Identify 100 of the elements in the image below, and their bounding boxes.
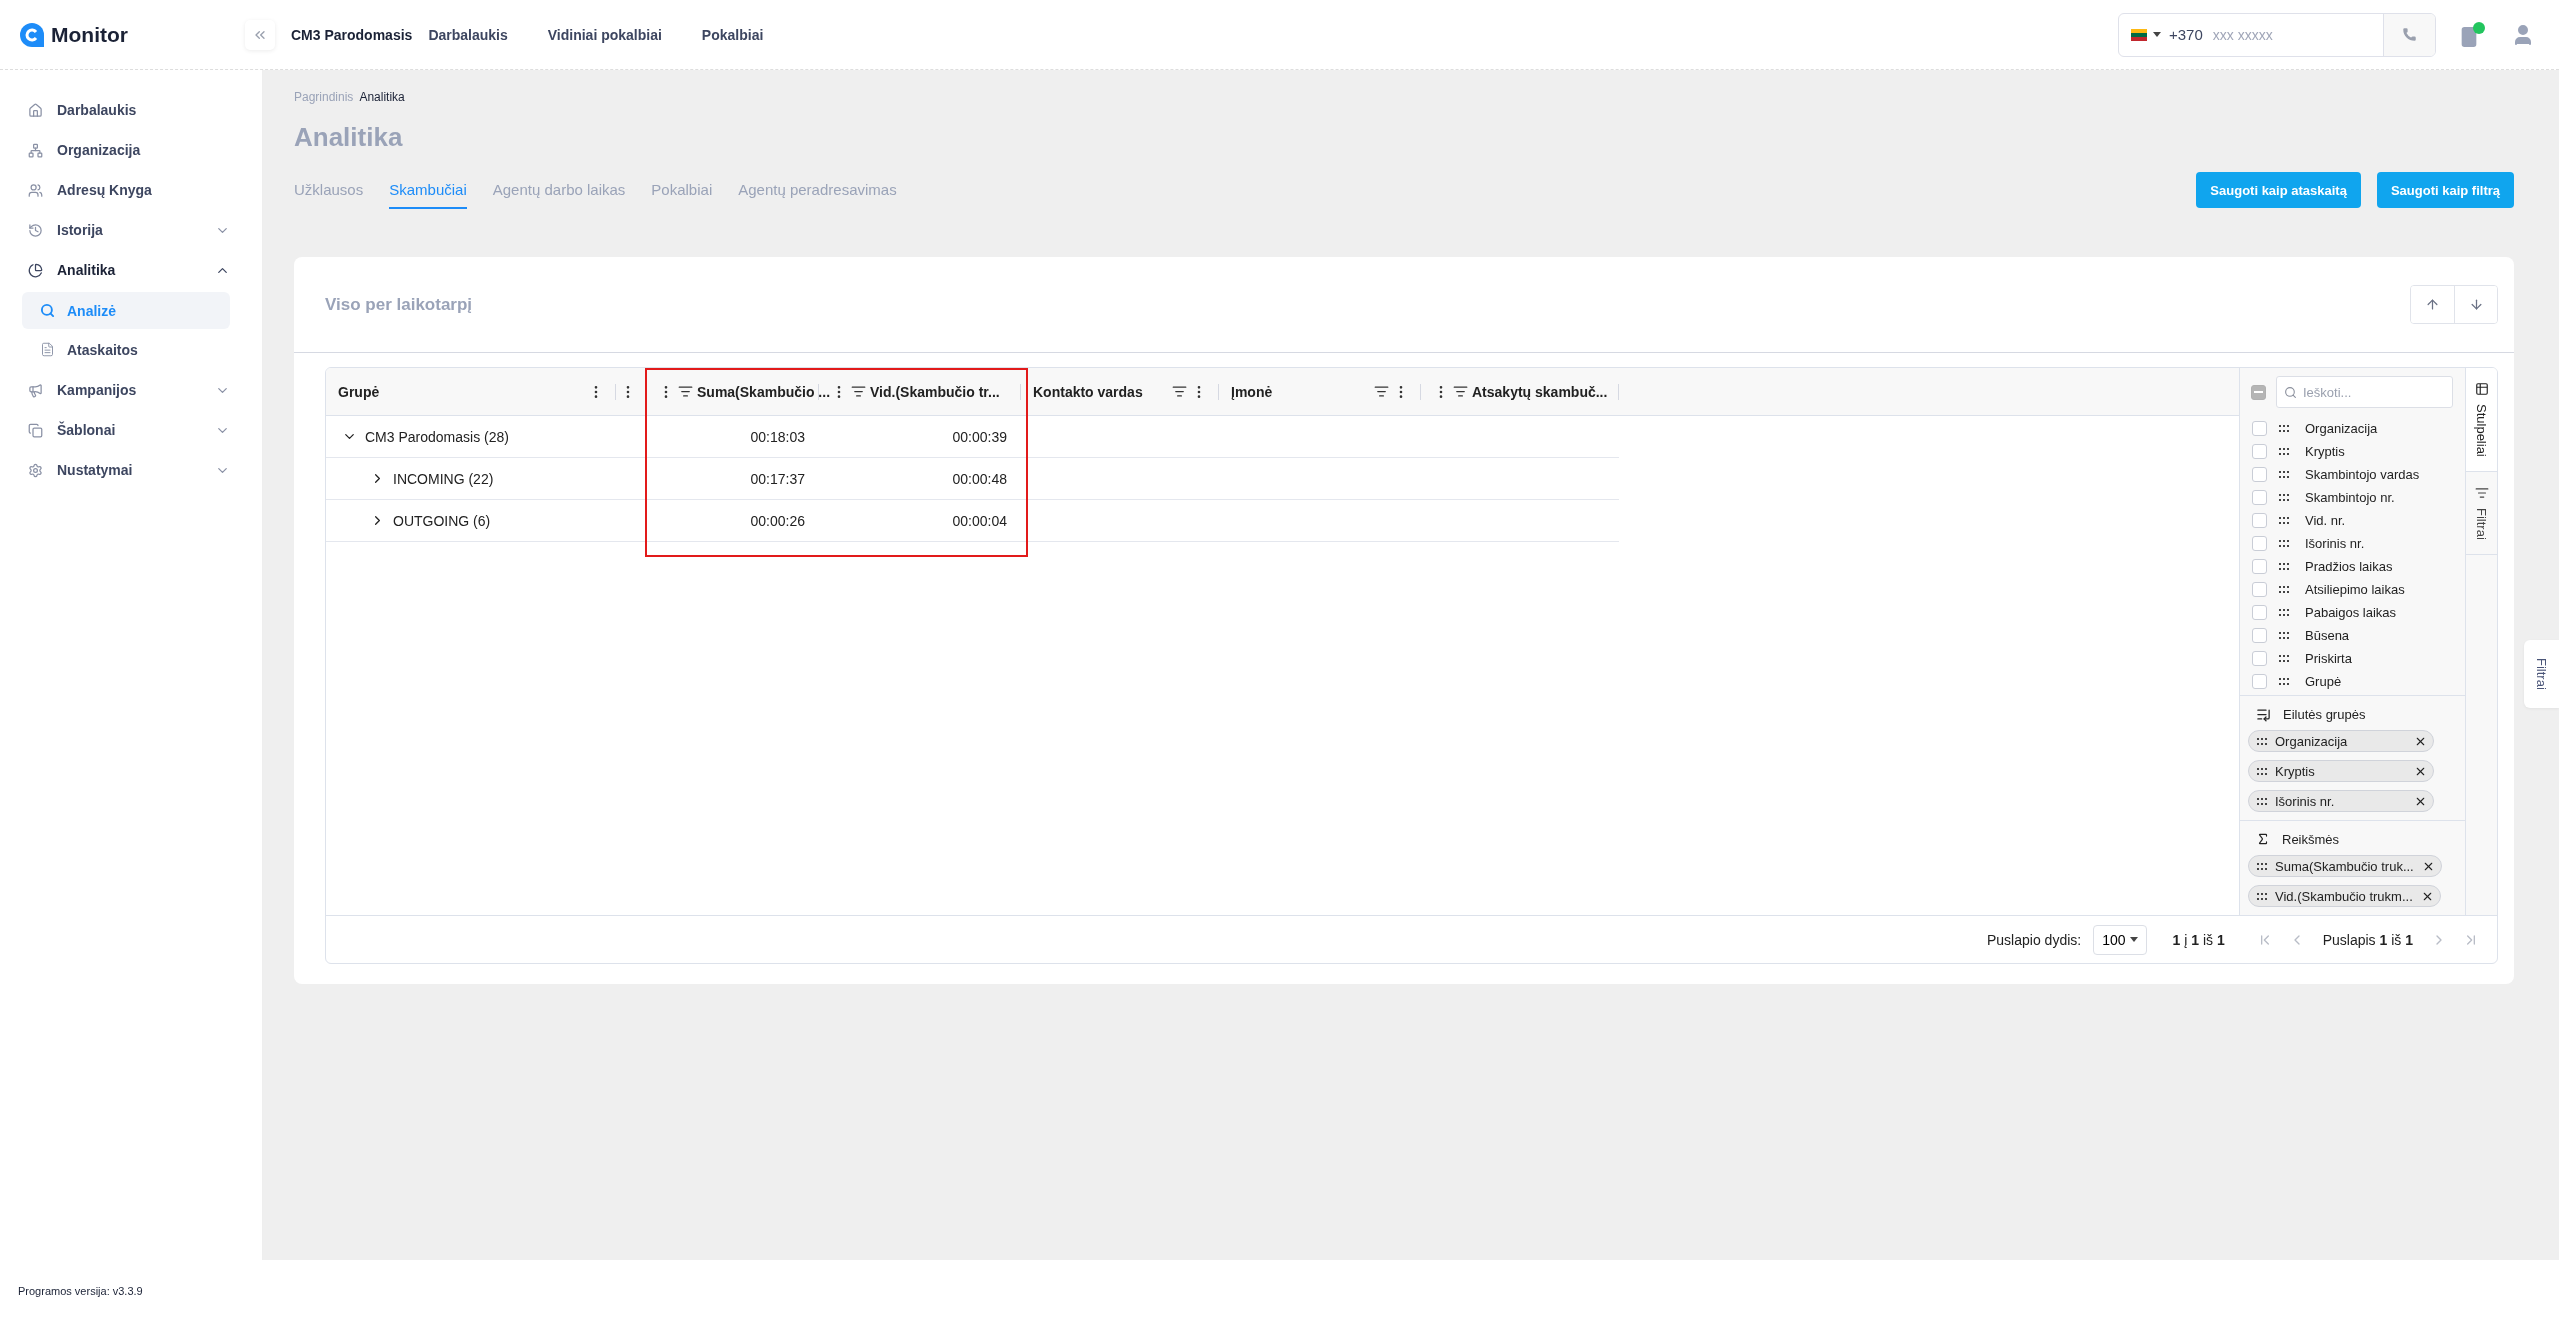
arrow-down-icon xyxy=(2468,297,2484,312)
column-option: Grupė xyxy=(2305,674,2342,689)
table-cell: 00:18:03 xyxy=(750,428,805,445)
checkbox[interactable] xyxy=(2252,444,2267,459)
table-cell: 00:00:39 xyxy=(952,428,1007,445)
table-cell: 00:00:26 xyxy=(750,512,805,529)
column-header[interactable]: Grupė xyxy=(338,383,380,400)
logo-icon xyxy=(19,21,45,48)
search-icon xyxy=(2284,386,2297,399)
value-chip[interactable]: Suma(Skambučio truk... xyxy=(2248,855,2442,877)
filter-icon xyxy=(2474,485,2489,500)
filter-icon[interactable] xyxy=(1172,384,1187,399)
column-option: Priskirta xyxy=(2305,651,2352,666)
group-cell: CM3 Parodomasis (28) xyxy=(365,428,509,445)
drag-handle-icon[interactable] xyxy=(2279,448,2289,455)
checkbox[interactable] xyxy=(2252,582,2267,597)
card-title: Viso per laikotarpį xyxy=(325,294,474,315)
flag-icon xyxy=(2131,28,2147,41)
drag-handle-icon[interactable] xyxy=(2279,425,2289,432)
sidebar-item[interactable]: Analitika xyxy=(0,250,262,290)
checkbox[interactable] xyxy=(2252,536,2267,551)
filter-icon[interactable] xyxy=(678,384,693,399)
home-icon xyxy=(28,102,43,118)
filter-icon[interactable] xyxy=(851,384,866,399)
checkbox[interactable] xyxy=(2252,559,2267,574)
checkbox[interactable] xyxy=(2252,651,2267,666)
table-cell: 00:00:48 xyxy=(952,470,1007,487)
checkbox[interactable] xyxy=(2252,605,2267,620)
group-chip[interactable]: Išorinis nr. xyxy=(2248,790,2434,812)
hierarchy-icon xyxy=(28,142,43,158)
phone-field[interactable]: +370 xxx xxxxx xyxy=(2118,12,2436,57)
filter-icon[interactable] xyxy=(1374,384,1389,399)
filter-icon[interactable] xyxy=(1453,384,1468,399)
search-field[interactable]: Ieškoti... xyxy=(2276,376,2453,408)
group-chip[interactable]: Organizacija xyxy=(2248,730,2434,752)
drag-handle-icon[interactable] xyxy=(2257,797,2267,805)
drag-handle-icon[interactable] xyxy=(2279,678,2289,685)
phone-icon xyxy=(2402,27,2417,42)
drag-handle-icon[interactable] xyxy=(2257,892,2267,900)
checkbox[interactable] xyxy=(2252,628,2267,643)
drag-handle-icon[interactable] xyxy=(2257,862,2267,870)
drag-handle-icon[interactable] xyxy=(2279,517,2289,524)
sidebar-item[interactable]: Šablonai xyxy=(0,410,262,450)
pie-chart-icon xyxy=(28,262,43,278)
page-title: Analitika xyxy=(294,122,404,153)
checkbox[interactable] xyxy=(2252,490,2267,505)
column-header[interactable]: Įmonė xyxy=(1231,383,1273,400)
column-option: Būsena xyxy=(2305,628,2350,643)
checkbox[interactable] xyxy=(2252,674,2267,689)
column-option: Pradžios laikas xyxy=(2305,559,2393,574)
sidebar-item[interactable]: Istorija xyxy=(0,210,262,250)
document-icon xyxy=(40,342,55,357)
column-header[interactable]: Kontakto vardas xyxy=(1033,383,1143,400)
nav-link[interactable]: Pokalbiai xyxy=(701,26,764,43)
history-icon xyxy=(28,222,43,238)
column-header[interactable]: Atsakytų skambuč... xyxy=(1472,383,1608,400)
drag-handle-icon[interactable] xyxy=(2279,494,2289,501)
sigma-icon xyxy=(2256,832,2270,846)
side-tab[interactable]: Stulpeliai xyxy=(2466,368,2497,472)
select-all-checkbox[interactable] xyxy=(2251,384,2266,400)
nav-link[interactable]: Darbalaukis xyxy=(428,26,508,43)
copy-icon xyxy=(28,422,43,438)
drag-handle-icon[interactable] xyxy=(2279,632,2289,639)
checkbox[interactable] xyxy=(2252,421,2267,436)
column-option: Skambintojo nr. xyxy=(2305,490,2395,505)
column-option: Vid. nr. xyxy=(2305,513,2346,528)
nav-link[interactable]: Vidiniai pokalbiai xyxy=(547,26,662,43)
sidebar-item[interactable]: Organizacija xyxy=(0,130,262,170)
column-header[interactable]: Vid.(Skambučio tr... xyxy=(870,383,1000,400)
drag-handle-icon[interactable] xyxy=(2279,471,2289,478)
app-logo: Monitor xyxy=(51,22,128,47)
drag-handle-icon[interactable] xyxy=(2257,737,2267,745)
section-title: Eilutės grupės xyxy=(2283,706,2366,722)
phone-number-input[interactable]: xxx xxxxx xyxy=(2210,25,2383,44)
table-icon xyxy=(2474,382,2489,396)
table-cell: 00:00:04 xyxy=(952,512,1007,529)
page-size-label: Puslapio dydis: xyxy=(1987,931,2082,948)
checkbox[interactable] xyxy=(2252,513,2267,528)
row-summary: 1 į 1 iš 1 xyxy=(2172,931,2225,948)
drag-handle-icon[interactable] xyxy=(2279,655,2289,662)
sidebar-item[interactable]: Nustatymai xyxy=(0,450,262,490)
sidebar-subitem[interactable]: Ataskaitos xyxy=(22,331,230,368)
checkbox[interactable] xyxy=(2252,467,2267,482)
value-chip[interactable]: Vid.(Skambučio trukm... xyxy=(2248,885,2441,907)
drag-handle-icon[interactable] xyxy=(2257,767,2267,775)
sidebar-item[interactable]: Darbalaukis xyxy=(0,90,262,130)
drag-handle-icon[interactable] xyxy=(2279,609,2289,616)
group-chip[interactable]: Kryptis xyxy=(2248,760,2434,782)
page-size-select[interactable]: 100 xyxy=(2093,924,2147,955)
breadcrumb-item: Analitika xyxy=(359,90,405,104)
drag-handle-icon[interactable] xyxy=(2279,586,2289,593)
row-groups-icon xyxy=(2256,706,2271,722)
drag-handle-icon[interactable] xyxy=(2279,563,2289,570)
filters-tab[interactable]: Filtrai xyxy=(2524,640,2559,708)
sidebar-item[interactable]: Adresų Knyga xyxy=(0,170,262,210)
caret-icon xyxy=(2129,937,2138,942)
gear-icon xyxy=(28,462,43,478)
column-header[interactable]: Suma(Skambučio ... xyxy=(697,383,831,400)
drag-handle-icon[interactable] xyxy=(2279,540,2289,547)
sidebar-item[interactable]: Kampanijos xyxy=(0,370,262,410)
